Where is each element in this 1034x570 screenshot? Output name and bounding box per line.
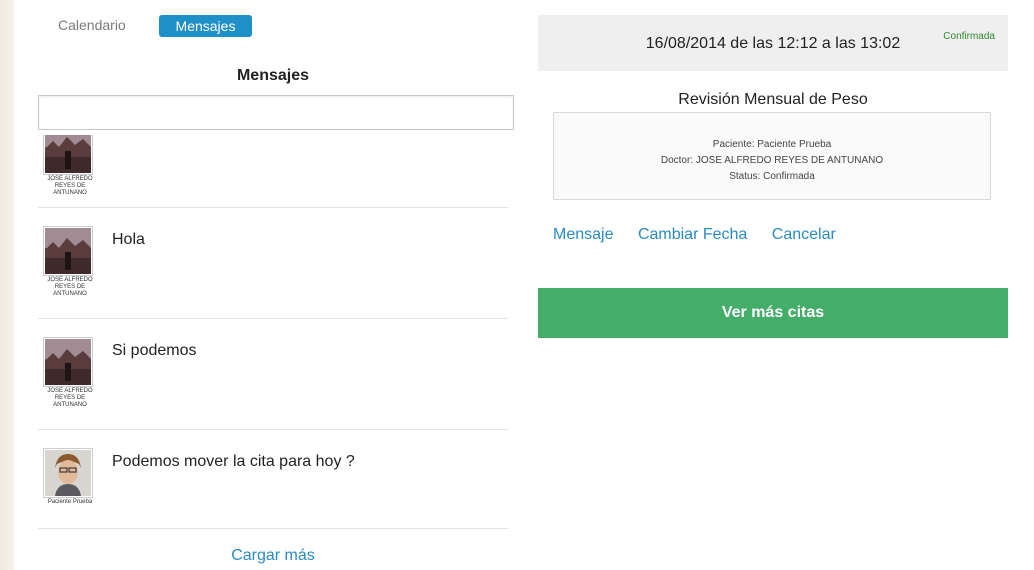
avatar-author-name: JOSE ALFREDO REYES DE ANTUNANO: [47, 388, 93, 408]
landscape-avatar-icon: [45, 228, 91, 274]
appointment-status: Status: Confirmada: [729, 171, 815, 182]
tab-messages[interactable]: Mensajes: [159, 15, 252, 37]
status-badge: Confirmada: [943, 31, 995, 42]
cancel-link[interactable]: Cancelar: [772, 226, 836, 243]
message-link[interactable]: Mensaje: [553, 226, 613, 243]
appointment-date: 16/08/2014 de las 12:12 a las 13:02: [645, 35, 901, 52]
more-appointments-button[interactable]: Ver más citas: [538, 288, 1008, 338]
message-input[interactable]: [38, 95, 514, 130]
avatar-author-name: JOSE ALFREDO REYES DE ANTUNANO: [47, 176, 93, 196]
appointment-title: Revisión Mensual de Peso: [678, 91, 868, 108]
appointment-details: Paciente: Paciente Prueba Doctor: JOSE A…: [553, 112, 991, 200]
landscape-avatar-icon: [45, 135, 91, 173]
landscape-avatar-icon: [45, 339, 91, 385]
message-item: Paciente Prueba Podemos mover la cita pa…: [38, 430, 508, 529]
avatar-author-name: JOSE ALFREDO REYES DE ANTUNANO: [47, 277, 93, 297]
avatar: JOSE ALFREDO REYES DE ANTUNANO: [43, 226, 97, 298]
page-edge-texture: [0, 0, 14, 570]
message-list[interactable]: JOSE ALFREDO REYES DE ANTUNANO JOSE ALFR…: [38, 135, 508, 529]
avatar: JOSE ALFREDO REYES DE ANTUNANO: [43, 337, 97, 409]
message-item: JOSE ALFREDO REYES DE ANTUNANO Si podemo…: [38, 319, 508, 430]
avatar: Paciente Prueba: [43, 448, 97, 506]
message-item: JOSE ALFREDO REYES DE ANTUNANO: [38, 135, 508, 208]
messages-title: Mensajes: [236, 67, 310, 84]
avatar: JOSE ALFREDO REYES DE ANTUNANO: [43, 135, 97, 197]
avatar-author-name: Paciente Prueba: [47, 499, 93, 505]
person-avatar-icon: [45, 450, 91, 496]
message-item: JOSE ALFREDO REYES DE ANTUNANO Hola: [38, 208, 508, 319]
appointment-header: 16/08/2014 de las 12:12 a las 13:02 Conf…: [538, 15, 1008, 71]
appointment-actions: Mensaje Cambiar Fecha Cancelar: [553, 226, 856, 244]
message-text: Podemos mover la cita para hoy ?: [112, 453, 355, 470]
load-more-link[interactable]: Cargar más: [38, 547, 508, 565]
message-text: Si podemos: [112, 342, 197, 359]
appointment-doctor: Doctor: JOSE ALFREDO REYES DE ANTUNANO: [660, 155, 884, 166]
message-text: Hola: [112, 231, 145, 248]
appointment-patient: Paciente: Paciente Prueba: [712, 139, 832, 150]
tab-calendar[interactable]: Calendario: [58, 17, 126, 33]
change-date-link[interactable]: Cambiar Fecha: [638, 226, 747, 243]
